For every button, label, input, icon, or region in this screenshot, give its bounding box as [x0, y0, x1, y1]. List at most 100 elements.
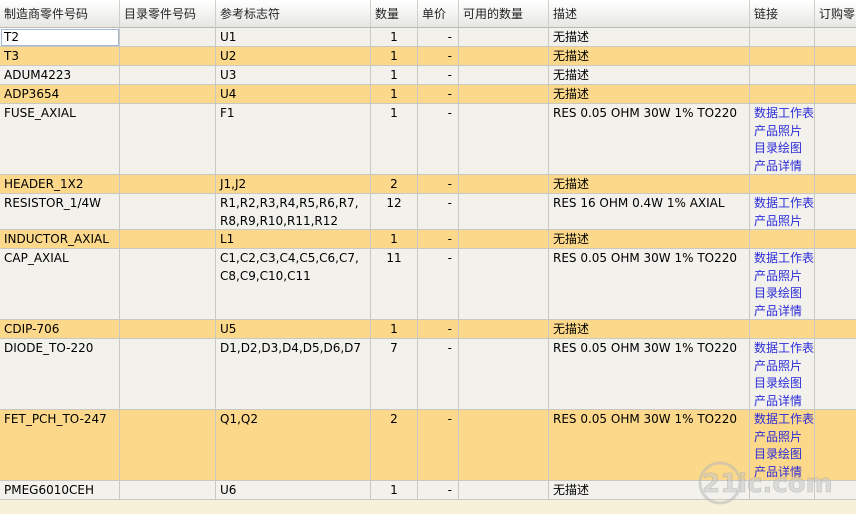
- link-datasheet[interactable]: 数据工作表: [754, 411, 814, 429]
- cell-links: [750, 230, 815, 249]
- cell-quantity: 1: [371, 320, 418, 339]
- cell-ref-designator: U2: [216, 47, 371, 66]
- cell-mfr-part[interactable]: DIODE_TO-220: [0, 339, 120, 410]
- cell-ref-designator: U4: [216, 85, 371, 104]
- cell-order-qty[interactable]: [815, 320, 856, 339]
- header-mfr-part-number[interactable]: 制造商零件号码: [0, 0, 120, 28]
- cell-links: [750, 47, 815, 66]
- cell-ref-designator: D1,D2,D3,D4,D5,D6,D7: [216, 339, 371, 410]
- cell-available-qty: [459, 47, 549, 66]
- cell-links: [750, 66, 815, 85]
- cell-mfr-part[interactable]: T3: [0, 47, 120, 66]
- cell-order-qty[interactable]: [815, 28, 856, 47]
- cell-links: 数据工作表 产品照片 目录绘图 产品详情: [750, 410, 815, 481]
- cell-available-qty: [459, 339, 549, 410]
- link-product-detail[interactable]: 产品详情: [754, 393, 810, 410]
- header-order-qty[interactable]: 订购零: [815, 0, 856, 28]
- link-catalog-drawing[interactable]: 目录绘图: [754, 446, 810, 464]
- header-links[interactable]: 链接: [750, 0, 815, 28]
- cell-unit-price: -: [418, 47, 459, 66]
- header-description[interactable]: 描述: [549, 0, 750, 28]
- cell-description: 无描述: [549, 47, 750, 66]
- cell-catalog-part[interactable]: [120, 230, 216, 249]
- cell-unit-price: -: [418, 339, 459, 410]
- cell-catalog-part[interactable]: [120, 175, 216, 194]
- cell-order-qty[interactable]: [815, 249, 856, 320]
- cell-order-qty[interactable]: [815, 175, 856, 194]
- cell-unit-price: -: [418, 194, 459, 230]
- cell-mfr-part[interactable]: INDUCTOR_AXIAL: [0, 230, 120, 249]
- cell-ref-designator: R1,R2,R3,R4,R5,R6,R7, R8,R9,R10,R11,R12: [216, 194, 371, 230]
- header-unit-price[interactable]: 单价: [418, 0, 459, 28]
- link-product-photo[interactable]: 产品照片: [754, 268, 810, 286]
- cell-ref-designator: Q1,Q2: [216, 410, 371, 481]
- cell-catalog-part[interactable]: [120, 249, 216, 320]
- cell-catalog-part[interactable]: [120, 481, 216, 500]
- table-footer: [815, 500, 856, 514]
- cell-order-qty[interactable]: [815, 194, 856, 230]
- cell-quantity: 12: [371, 194, 418, 230]
- cell-ref-designator: U3: [216, 66, 371, 85]
- link-datasheet[interactable]: 数据工作表: [754, 250, 814, 268]
- header-catalog-part-number[interactable]: 目录零件号码: [120, 0, 216, 28]
- cell-order-qty[interactable]: [815, 85, 856, 104]
- cell-order-qty[interactable]: [815, 230, 856, 249]
- cell-catalog-part[interactable]: [120, 104, 216, 175]
- cell-catalog-part[interactable]: [120, 47, 216, 66]
- cell-order-qty[interactable]: [815, 481, 856, 500]
- link-product-detail[interactable]: 产品详情: [754, 464, 810, 481]
- cell-catalog-part[interactable]: [120, 410, 216, 481]
- table-footer: [371, 500, 418, 514]
- cell-description: 无描述: [549, 85, 750, 104]
- cell-catalog-part[interactable]: [120, 194, 216, 230]
- link-catalog-drawing[interactable]: 目录绘图: [754, 140, 810, 158]
- cell-quantity: 1: [371, 47, 418, 66]
- cell-mfr-part[interactable]: RESISTOR_1/4W: [0, 194, 120, 230]
- cell-catalog-part[interactable]: [120, 85, 216, 104]
- cell-catalog-part[interactable]: [120, 66, 216, 85]
- cell-quantity: 1: [371, 104, 418, 175]
- cell-mfr-part[interactable]: FUSE_AXIAL: [0, 104, 120, 175]
- link-product-detail[interactable]: 产品详情: [754, 303, 810, 320]
- cell-description: RES 0.05 OHM 30W 1% TO220: [549, 249, 750, 320]
- cell-mfr-part[interactable]: PMEG6010CEH: [0, 481, 120, 500]
- cell-mfr-part[interactable]: FET_PCH_TO-247: [0, 410, 120, 481]
- header-quantity[interactable]: 数量: [371, 0, 418, 28]
- cell-order-qty[interactable]: [815, 47, 856, 66]
- link-product-photo[interactable]: 产品照片: [754, 358, 810, 376]
- link-datasheet[interactable]: 数据工作表: [754, 195, 814, 213]
- cell-catalog-part[interactable]: [120, 28, 216, 47]
- header-reference-designator[interactable]: 参考标志符: [216, 0, 371, 28]
- cell-links: 数据工作表 产品照片 目录绘图 产品详情: [750, 339, 815, 410]
- cell-order-qty[interactable]: [815, 66, 856, 85]
- link-catalog-drawing[interactable]: 目录绘图: [754, 285, 810, 303]
- link-product-photo[interactable]: 产品照片: [754, 429, 810, 447]
- cell-order-qty[interactable]: [815, 104, 856, 175]
- cell-catalog-part[interactable]: [120, 339, 216, 410]
- cell-mfr-part[interactable]: T2: [0, 28, 120, 47]
- link-datasheet[interactable]: 数据工作表: [754, 340, 814, 358]
- link-catalog-drawing[interactable]: 目录绘图: [754, 375, 810, 393]
- cell-order-qty[interactable]: [815, 339, 856, 410]
- cell-order-qty[interactable]: [815, 410, 856, 481]
- cell-mfr-part[interactable]: HEADER_1X2: [0, 175, 120, 194]
- link-datasheet[interactable]: 数据工作表: [754, 105, 814, 123]
- cell-mfr-part[interactable]: CDIP-706: [0, 320, 120, 339]
- cell-description: 无描述: [549, 320, 750, 339]
- cell-available-qty: [459, 410, 549, 481]
- cell-quantity: 2: [371, 175, 418, 194]
- cell-mfr-part[interactable]: CAP_AXIAL: [0, 249, 120, 320]
- header-available-qty[interactable]: 可用的数量: [459, 0, 549, 28]
- cell-unit-price: -: [418, 104, 459, 175]
- cell-mfr-part[interactable]: ADP3654: [0, 85, 120, 104]
- cell-unit-price: -: [418, 410, 459, 481]
- cell-mfr-part[interactable]: ADUM4223: [0, 66, 120, 85]
- cell-description: 无描述: [549, 481, 750, 500]
- link-product-photo[interactable]: 产品照片: [754, 123, 810, 141]
- cell-description: 无描述: [549, 28, 750, 47]
- link-product-detail[interactable]: 产品详情: [754, 158, 810, 175]
- link-product-photo[interactable]: 产品照片: [754, 213, 810, 230]
- cell-quantity: 2: [371, 410, 418, 481]
- cell-quantity: 1: [371, 85, 418, 104]
- cell-catalog-part[interactable]: [120, 320, 216, 339]
